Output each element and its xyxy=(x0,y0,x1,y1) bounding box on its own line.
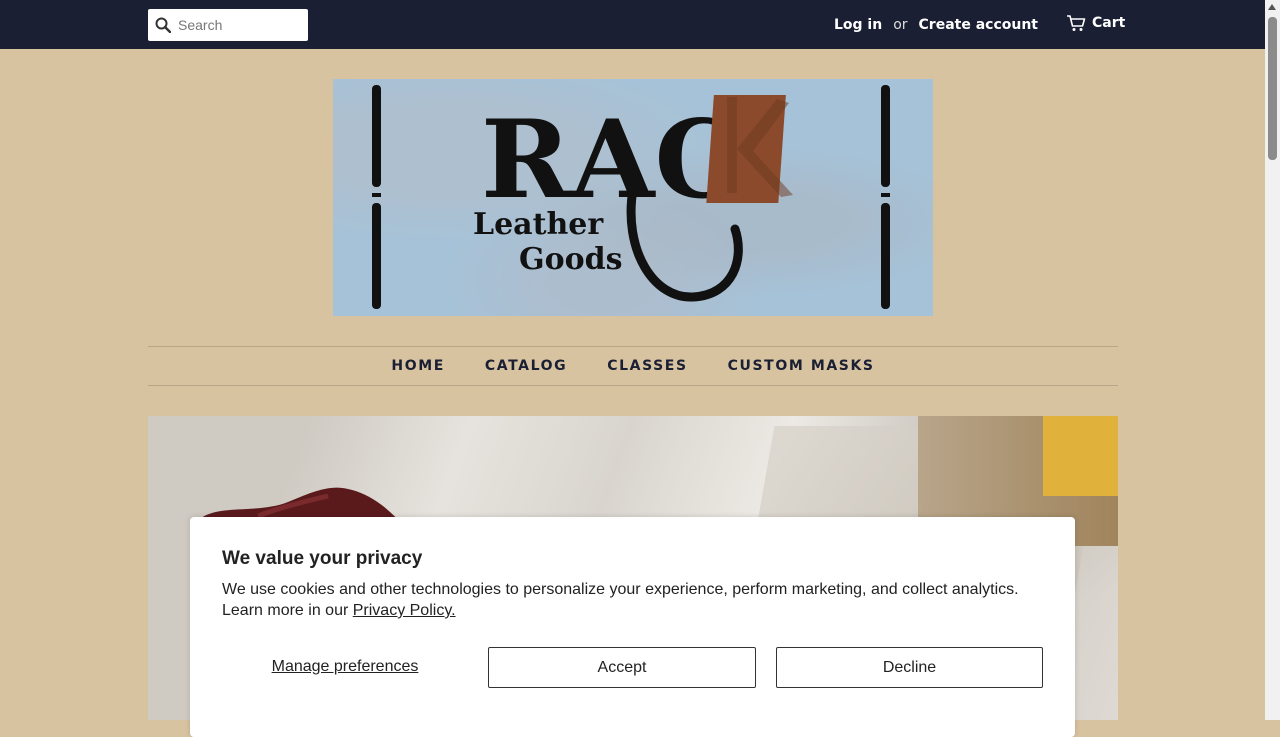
scroll-up-arrow-icon[interactable] xyxy=(1268,4,1276,10)
search-input[interactable] xyxy=(178,9,304,41)
decline-button[interactable]: Decline xyxy=(776,647,1043,688)
main-nav: HOME CATALOG CLASSES CUSTOM MASKS xyxy=(148,346,1118,386)
nav-custom-masks[interactable]: CUSTOM MASKS xyxy=(728,358,875,374)
create-account-link[interactable]: Create account xyxy=(919,17,1038,33)
logo-graphic: RAC K Leather Goods xyxy=(372,85,890,309)
privacy-dialog: We value your privacy We use cookies and… xyxy=(190,517,1075,737)
cart-icon xyxy=(1067,15,1086,31)
manage-preferences-link[interactable]: Manage preferences xyxy=(222,647,468,687)
scrollbar[interactable] xyxy=(1265,0,1280,720)
site-logo[interactable]: RAC K Leather Goods xyxy=(333,79,933,316)
account-links: Log in or Create account xyxy=(834,15,1038,35)
accept-button[interactable]: Accept xyxy=(488,647,756,688)
search-box[interactable] xyxy=(148,9,308,41)
top-bar: Log in or Create account Cart xyxy=(0,0,1265,49)
svg-text:Leather: Leather xyxy=(473,207,604,242)
privacy-body: We use cookies and other technologies to… xyxy=(222,579,1042,621)
hero-yellow-cloth xyxy=(1043,416,1118,496)
privacy-title: We value your privacy xyxy=(222,548,423,569)
or-separator: or xyxy=(893,17,908,33)
scrollbar-thumb[interactable] xyxy=(1268,17,1277,160)
cart-link[interactable]: Cart xyxy=(1066,14,1125,32)
privacy-policy-link[interactable]: Privacy Policy. xyxy=(353,602,456,619)
nav-catalog[interactable]: CATALOG xyxy=(485,358,567,374)
search-icon[interactable] xyxy=(155,17,171,33)
svg-text:Goods: Goods xyxy=(519,242,623,277)
svg-text:RAC: RAC xyxy=(481,97,741,223)
privacy-body-text: We use cookies and other technologies to… xyxy=(222,581,1019,619)
login-link[interactable]: Log in xyxy=(834,17,882,33)
cart-label: Cart xyxy=(1092,15,1126,31)
nav-home[interactable]: HOME xyxy=(391,358,445,374)
nav-classes[interactable]: CLASSES xyxy=(607,358,687,374)
